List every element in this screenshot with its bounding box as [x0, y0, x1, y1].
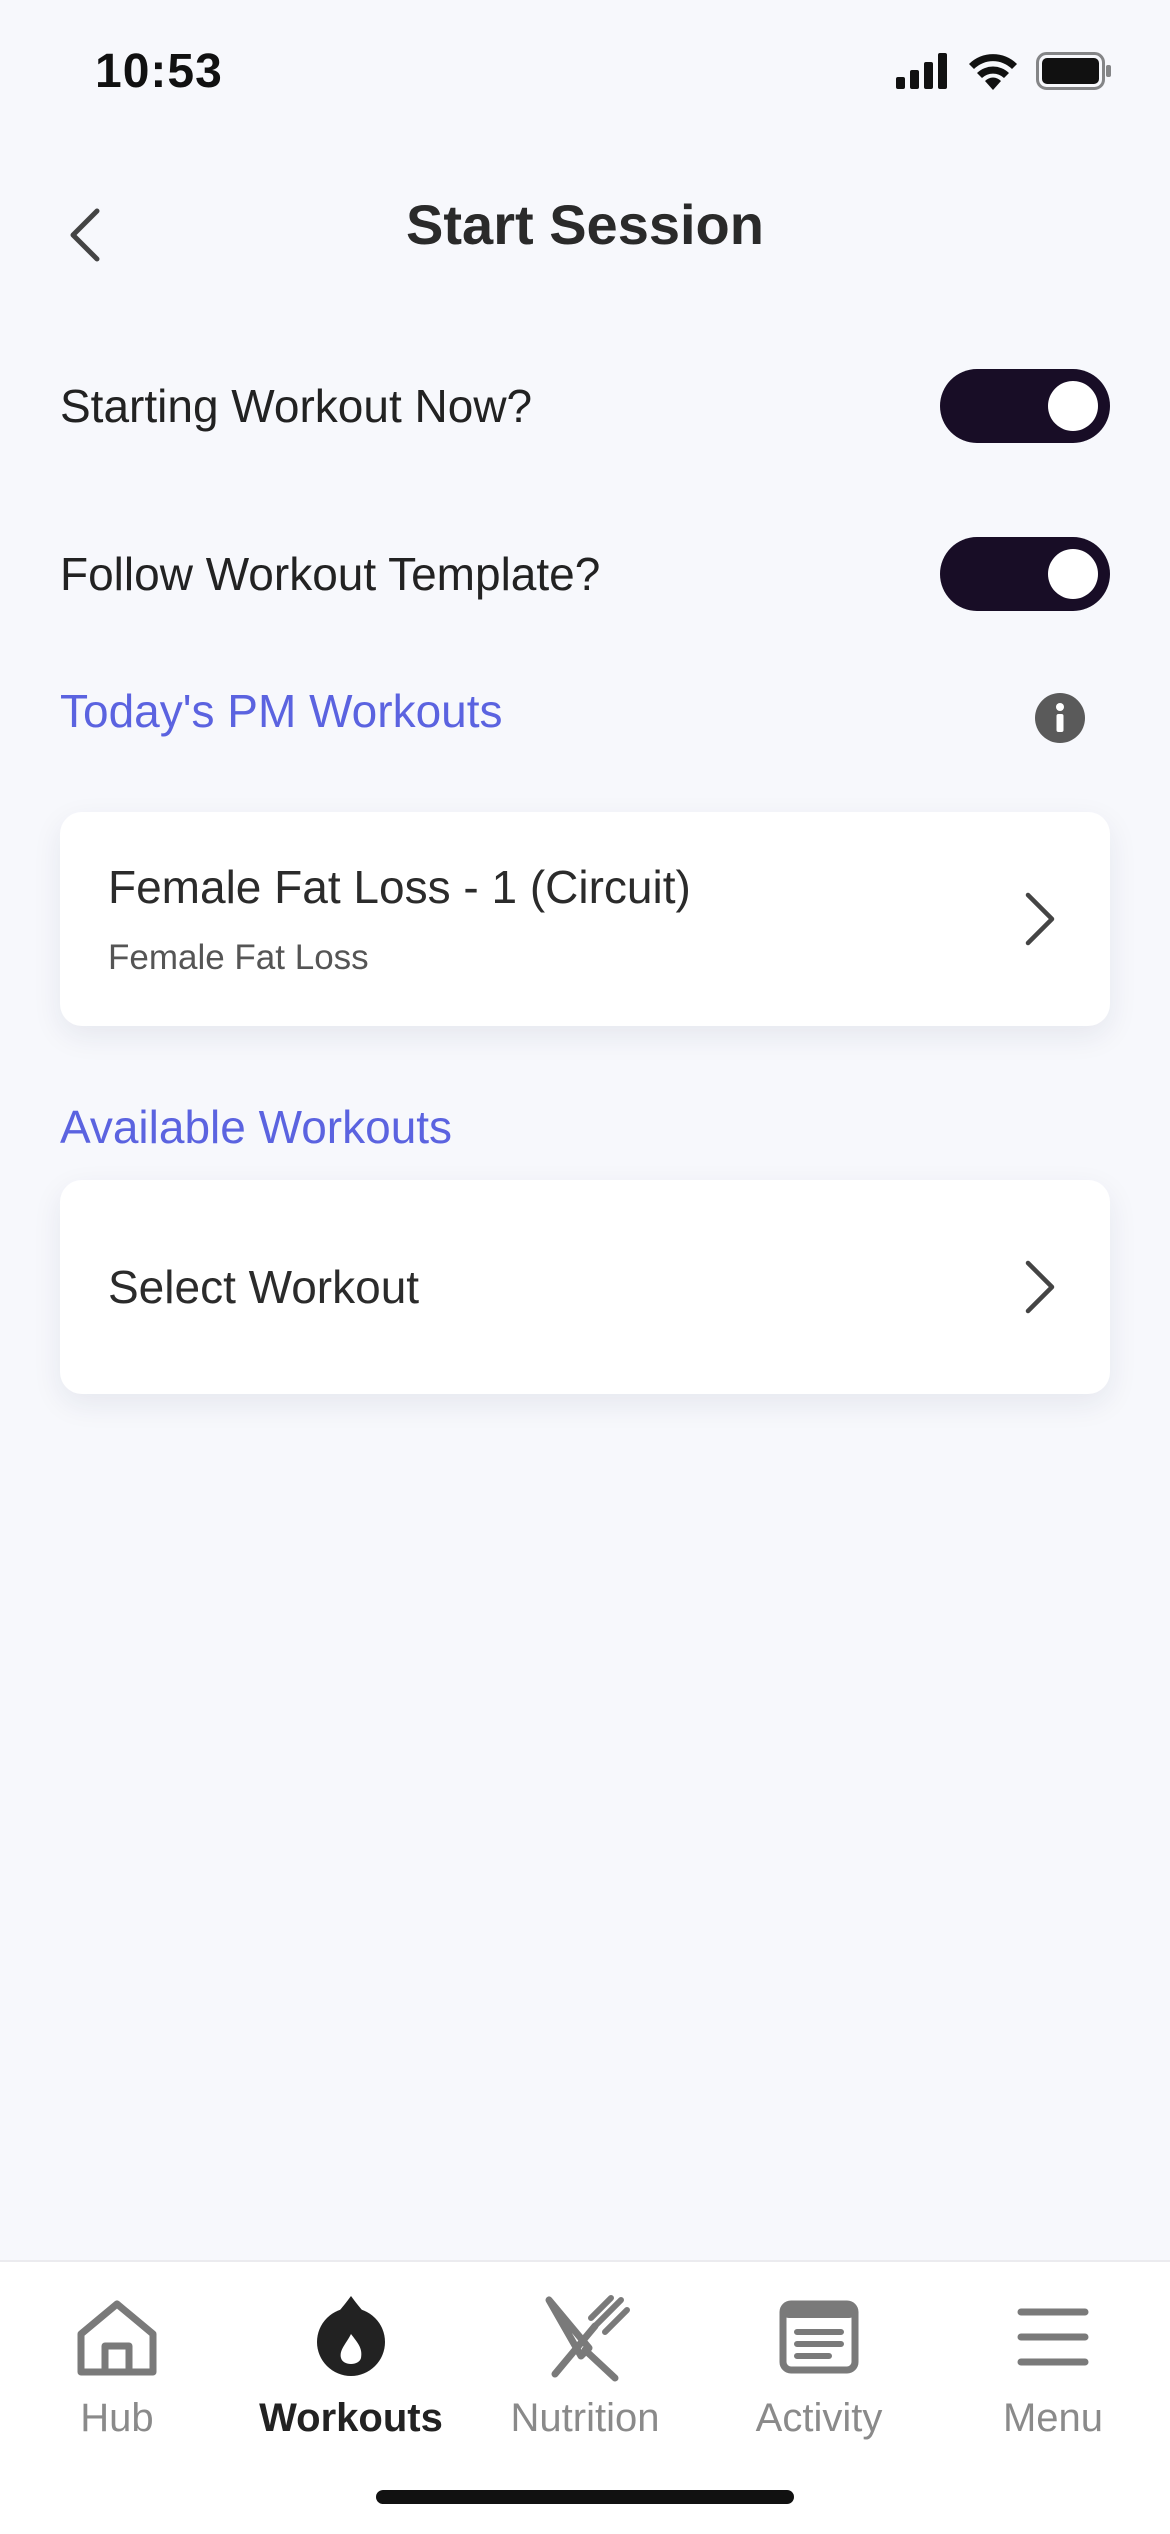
newspaper-icon: [779, 2300, 859, 2374]
todays-workouts-heading: Today's PM Workouts: [60, 685, 503, 737]
follow-template-row: Follow Workout Template?: [60, 534, 1110, 614]
todays-workout-card[interactable]: Female Fat Loss - 1 (Circuit) Female Fat…: [60, 812, 1110, 1026]
cellular-signal-icon: [896, 53, 947, 89]
chevron-right-icon: [1025, 892, 1055, 946]
follow-template-toggle[interactable]: [940, 537, 1110, 611]
select-workout-card[interactable]: Select Workout: [60, 1180, 1110, 1394]
toggle-knob: [1048, 549, 1098, 599]
status-icons: [896, 52, 1112, 90]
chevron-right-icon: [1025, 1260, 1055, 1314]
select-workout-label: Select Workout: [108, 1261, 420, 1313]
tab-nutrition[interactable]: Nutrition: [468, 2292, 702, 2452]
status-time: 10:53: [95, 45, 223, 98]
tab-label: Menu: [1002, 2396, 1104, 2440]
utensils-icon: [545, 2295, 630, 2382]
wifi-icon: [969, 54, 1017, 90]
nav-header: Start Session: [0, 180, 1170, 290]
tab-label: Nutrition: [510, 2396, 660, 2440]
tab-workouts[interactable]: Workouts: [234, 2292, 468, 2452]
tab-hub[interactable]: Hub: [0, 2292, 234, 2452]
page-title: Start Session: [406, 193, 764, 256]
toggle-knob: [1048, 381, 1098, 431]
tab-label: Hub: [80, 2396, 154, 2440]
battery-icon: [1036, 52, 1111, 90]
tab-menu[interactable]: Menu: [936, 2292, 1170, 2452]
home-indicator: [376, 2490, 794, 2504]
tab-activity[interactable]: Activity: [702, 2292, 936, 2452]
flame-icon: [317, 2296, 385, 2376]
tab-label: Workouts: [259, 2396, 443, 2440]
workout-subtitle: Female Fat Loss: [108, 938, 369, 977]
follow-template-label: Follow Workout Template?: [60, 548, 601, 600]
status-bar: 10:53: [0, 0, 1170, 150]
starting-now-row: Starting Workout Now?: [60, 366, 1110, 446]
info-icon[interactable]: [1034, 692, 1086, 744]
starting-now-toggle[interactable]: [940, 369, 1110, 443]
workout-title: Female Fat Loss - 1 (Circuit): [108, 861, 691, 913]
tab-label: Activity: [755, 2396, 883, 2440]
starting-now-label: Starting Workout Now?: [60, 380, 533, 432]
home-icon: [77, 2300, 157, 2376]
available-workouts-heading: Available Workouts: [60, 1101, 453, 1153]
hamburger-icon: [1017, 2308, 1089, 2366]
